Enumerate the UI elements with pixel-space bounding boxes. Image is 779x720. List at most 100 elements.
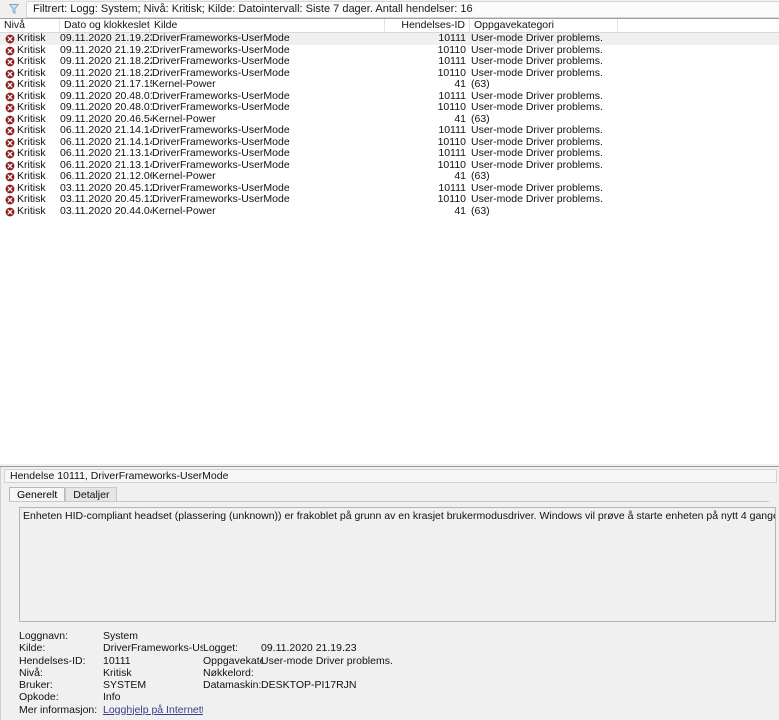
table-row[interactable]: Kritisk 09.11.2020 20.48.01 DriverFramewor… (0, 102, 779, 114)
critical-error-icon (5, 92, 15, 102)
computer-label: Datamaskin: (203, 679, 262, 692)
column-header-date[interactable]: Dato og klokkeslett (60, 19, 150, 32)
critical-error-icon (5, 195, 15, 205)
critical-error-icon (5, 103, 15, 113)
cell-category: User-mode Driver problems. (471, 56, 603, 67)
cell-date: 03.11.2020 20.45.12 (60, 194, 152, 205)
filter-description-text: Filtrert: Logg: System; Nivå: Kritisk; K… (33, 3, 473, 15)
event-detail-title: Hendelse 10111, DriverFrameworks-UserMod… (4, 469, 777, 483)
cell-level: Kritisk (17, 90, 46, 102)
tab-detaljer[interactable]: Detaljer (65, 487, 118, 502)
metadata-row: Kilde: DriverFrameworks-UserMode Logget:… (19, 642, 776, 654)
cell-source: Kernel-Power (152, 79, 216, 90)
source-label: Kilde: (19, 642, 46, 655)
log-name-value: System (103, 630, 139, 642)
table-row[interactable]: Kritisk 09.11.2020 21.17.15 Kernel-Power 41… (0, 79, 779, 91)
cell-source: DriverFrameworks-UserMode (152, 136, 290, 148)
table-row[interactable]: Kritisk 06.11.2020 21.13.14 DriverFramewor… (0, 160, 779, 172)
cell-source: DriverFrameworks-UserMode (152, 67, 290, 79)
critical-error-icon (5, 34, 15, 44)
cell-event-id: 10110 (437, 159, 466, 171)
cell-date: 06.11.2020 21.12.06 (60, 171, 152, 182)
cell-event-id: 41 (454, 113, 466, 125)
cell-category: (63) (471, 205, 490, 217)
event-list-rows: Kritisk 09.11.2020 21.19.23 DriverFramewor… (0, 33, 779, 217)
cell-level: Kritisk (17, 44, 46, 56)
table-row[interactable]: Kritisk 06.11.2020 21.14.14 DriverFramewor… (0, 137, 779, 149)
cell-category: User-mode Driver problems. (471, 194, 603, 205)
cell-event-id: 41 (454, 79, 466, 90)
cell-event-id: 10111 (438, 90, 466, 102)
cell-date: 09.11.2020 21.18.22 (60, 56, 152, 67)
critical-error-icon (5, 138, 15, 148)
critical-error-icon (5, 80, 15, 90)
cell-source: Kernel-Power (152, 205, 216, 217)
cell-category: User-mode Driver problems. (471, 90, 603, 102)
cell-source: Kernel-Power (152, 171, 216, 182)
column-header-event-id[interactable]: Hendelses-ID (385, 19, 470, 32)
event-description-text: Enheten HID-compliant headset (plasserin… (23, 510, 775, 522)
critical-error-icon (5, 69, 15, 79)
table-row[interactable]: Kritisk 06.11.2020 21.14.14 DriverFramewor… (0, 125, 779, 137)
cell-event-id: 10111 (438, 148, 466, 159)
cell-event-id: 10110 (437, 136, 466, 148)
table-row[interactable]: Kritisk 03.11.2020 20.45.12 DriverFramewor… (0, 194, 779, 206)
critical-error-icon (5, 149, 15, 159)
cell-date: 09.11.2020 21.19.23 (60, 44, 152, 56)
event-description-box[interactable]: Enheten HID-compliant headset (plasserin… (19, 507, 776, 622)
critical-error-icon (5, 46, 15, 56)
table-row[interactable]: Kritisk 09.11.2020 20.46.54 Kernel-Power 41… (0, 114, 779, 126)
cell-date: 06.11.2020 21.13.14 (60, 148, 152, 159)
cell-category: User-mode Driver problems. (471, 136, 603, 148)
cell-date: 06.11.2020 21.13.14 (60, 159, 152, 171)
critical-error-icon (5, 115, 15, 125)
cell-event-id: 10110 (437, 194, 466, 205)
column-header-filler (618, 19, 779, 32)
cell-category: User-mode Driver problems. (471, 33, 603, 44)
cell-source: DriverFrameworks-UserMode (152, 44, 290, 56)
table-row[interactable]: Kritisk 03.11.2020 20.44.04 Kernel-Power 41… (0, 206, 779, 218)
table-row[interactable]: Kritisk 09.11.2020 21.19.23 DriverFramewor… (0, 33, 779, 45)
critical-error-icon (5, 207, 15, 217)
cell-level: Kritisk (17, 171, 46, 182)
cell-source: DriverFrameworks-UserMode (152, 90, 290, 102)
log-help-link[interactable]: Logghjelp på Internett (103, 704, 203, 716)
cell-date: 09.11.2020 20.48.01 (60, 102, 152, 113)
table-row[interactable]: Kritisk 09.11.2020 21.18.22 DriverFramewor… (0, 56, 779, 68)
cell-source: DriverFrameworks-UserMode (152, 125, 290, 136)
metadata-row: Nivå: Kritisk Nøkkelord: (19, 667, 776, 679)
cell-level: Kritisk (17, 194, 46, 205)
table-row[interactable]: Kritisk 06.11.2020 21.12.06 Kernel-Power 41… (0, 171, 779, 183)
cell-level: Kritisk (17, 125, 46, 136)
column-header-category[interactable]: Oppgavekategori (470, 19, 618, 32)
cell-date: 09.11.2020 21.19.23 (60, 33, 152, 44)
cell-level: Kritisk (17, 136, 46, 148)
metadata-row: Opkode: Info (19, 691, 776, 703)
event-list-pane: Nivå Dato og klokkeslett Kilde Hendelses… (0, 19, 779, 463)
filter-description-box[interactable]: Filtrert: Logg: System; Nivå: Kritisk; K… (26, 0, 779, 18)
cell-category: User-mode Driver problems. (471, 67, 603, 79)
table-row[interactable]: Kritisk 03.11.2020 20.45.12 DriverFramewor… (0, 183, 779, 195)
metadata-row: Hendelses-ID: 10111 Oppgavekategori: Use… (19, 655, 776, 667)
table-row[interactable]: Kritisk 09.11.2020 20.48.01 DriverFramewor… (0, 91, 779, 103)
more-info-label: Mer informasjon: (19, 703, 98, 716)
table-row[interactable]: Kritisk 06.11.2020 21.13.14 DriverFramewor… (0, 148, 779, 160)
cell-level: Kritisk (17, 33, 46, 44)
cell-level: Kritisk (17, 148, 46, 159)
cell-category: User-mode Driver problems. (471, 148, 603, 159)
critical-error-icon (5, 161, 15, 171)
column-header-level[interactable]: Nivå (0, 19, 60, 32)
cell-source: DriverFrameworks-UserMode (152, 148, 290, 159)
cell-date: 06.11.2020 21.14.14 (60, 136, 152, 148)
table-row[interactable]: Kritisk 09.11.2020 21.18.22 DriverFramewor… (0, 68, 779, 80)
column-header-source[interactable]: Kilde (150, 19, 385, 32)
cell-level: Kritisk (17, 67, 46, 79)
event-viewer-window: Filtrert: Logg: System; Nivå: Kritisk; K… (0, 0, 779, 720)
category-value: User-mode Driver problems. (261, 654, 393, 667)
level-value: Kritisk (103, 666, 132, 679)
tab-generelt[interactable]: Generelt (9, 487, 66, 502)
table-row[interactable]: Kritisk 09.11.2020 21.19.23 DriverFramewor… (0, 45, 779, 57)
cell-date: 06.11.2020 21.14.14 (60, 125, 152, 136)
event-list-header: Nivå Dato og klokkeslett Kilde Hendelses… (0, 19, 779, 33)
cell-category: (63) (471, 113, 490, 125)
